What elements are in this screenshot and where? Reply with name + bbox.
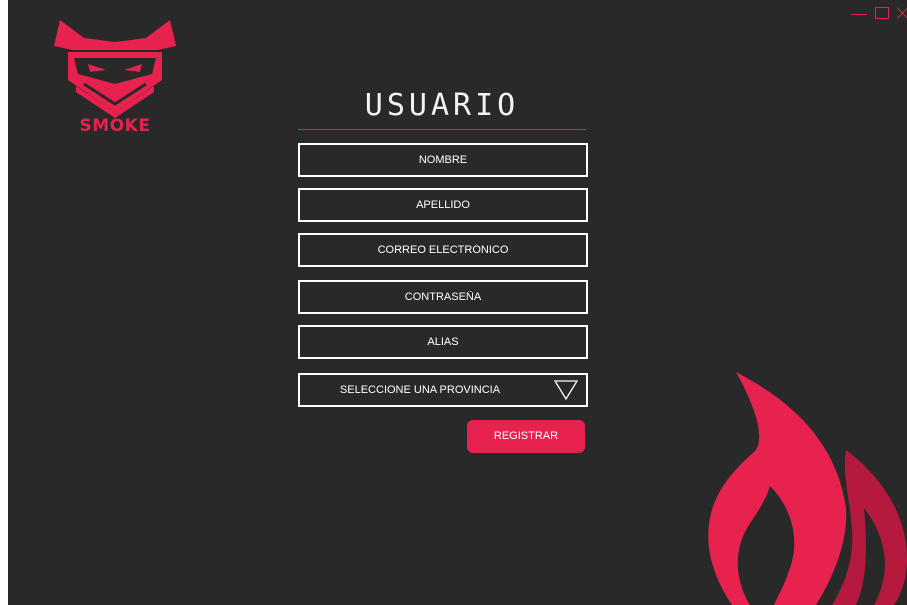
brand-name: SMOKE [79, 116, 151, 136]
provincia-select-value: SELECCIONE UNA PROVINCIA [339, 384, 501, 396]
registration-window: SMOKE USUARIO SELECCIONE UNA PROVINCIA R… [8, 0, 907, 605]
flame-icon [708, 372, 907, 605]
register-button[interactable]: REGISTRAR [467, 420, 585, 453]
apellido-field[interactable] [298, 188, 588, 222]
window-controls [851, 6, 907, 20]
nombre-field[interactable] [298, 143, 588, 177]
minimize-icon[interactable] [851, 13, 867, 15]
form-title: USUARIO [364, 88, 520, 123]
close-icon[interactable] [897, 6, 907, 20]
triangle-down-icon [554, 380, 578, 401]
maximize-icon[interactable] [875, 7, 889, 19]
brand-logo: SMOKE [54, 20, 176, 138]
password-field[interactable] [298, 280, 588, 314]
provincia-select[interactable]: SELECCIONE UNA PROVINCIA [298, 373, 588, 407]
email-field[interactable] [298, 233, 588, 267]
alias-field[interactable] [298, 325, 588, 359]
ninja-mask-shield-icon [54, 20, 176, 118]
title-divider [298, 129, 586, 130]
